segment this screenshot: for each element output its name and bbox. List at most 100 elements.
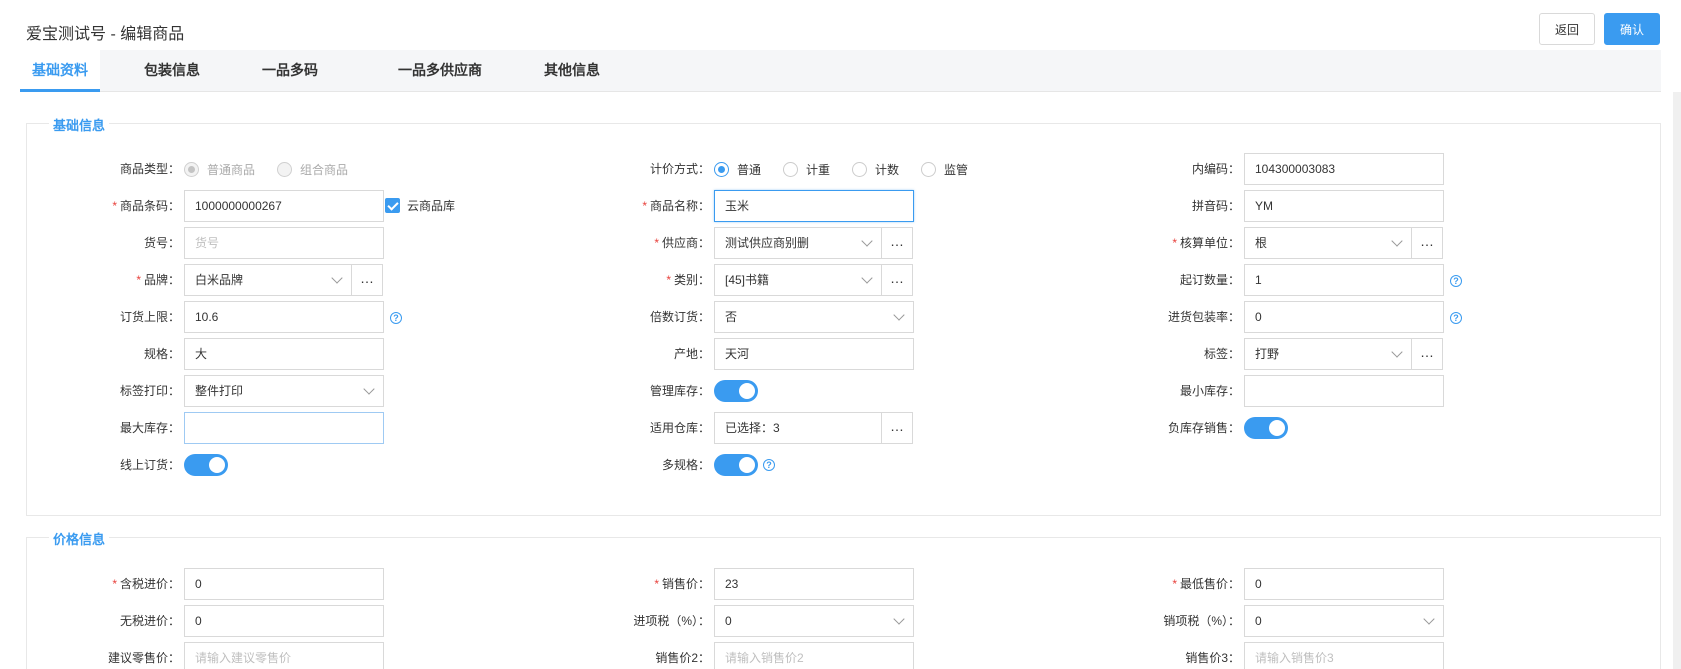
tag-label: 标签： <box>1203 347 1240 361</box>
chevron-down-icon <box>363 383 375 395</box>
output-tax-label: 销项税（%）： <box>1163 614 1240 628</box>
category-label: * 类别： <box>666 273 710 287</box>
cloud-library-label: 云商品库 <box>407 199 456 213</box>
pricing-method-label: 计价方式： <box>649 162 710 176</box>
cloud-library-checkbox[interactable] <box>385 198 400 213</box>
max-stock-label: 最大库存： <box>119 421 180 435</box>
section-title: 基础信息 <box>49 115 110 134</box>
tab-multi-supplier[interactable]: 一品多供应商 <box>385 50 495 92</box>
tab-multi-barcode[interactable]: 一品多码 <box>250 50 330 92</box>
tab-basic-info[interactable]: 基础资料 <box>20 50 100 92</box>
help-icon[interactable]: ? <box>390 312 402 324</box>
tab-packaging[interactable]: 包装信息 <box>132 50 212 92</box>
sale-price2-label: 销售价2： <box>655 651 710 665</box>
page-title: 爱宝测试号 - 编辑商品 <box>26 26 185 43</box>
min-stock-label: 最小库存： <box>1179 384 1240 398</box>
barcode-input[interactable]: 1000000000267 <box>184 190 384 222</box>
tax-purchase-label: * 含税进价： <box>112 577 180 591</box>
input-tax-label: 进项税（%）： <box>633 614 710 628</box>
multi-spec-switch[interactable] <box>714 454 758 476</box>
scrollbar-track[interactable] <box>1673 92 1681 669</box>
retail-price-input[interactable]: 请输入建议零售价 <box>184 642 384 669</box>
tag-more-button[interactable]: … <box>1411 338 1443 370</box>
unit-label: * 核算单位： <box>1172 236 1240 250</box>
brand-select[interactable]: 白米品牌 <box>184 264 352 296</box>
min-order-input[interactable]: 1 <box>1244 264 1444 296</box>
chevron-down-icon <box>1391 346 1403 358</box>
category-more-button[interactable]: … <box>881 264 913 296</box>
chevron-down-icon <box>893 309 905 321</box>
radio-label: 监管 <box>944 162 969 177</box>
warehouse-more-button[interactable]: … <box>881 412 913 444</box>
item-no-label: 货号： <box>143 236 180 250</box>
lowest-price-input[interactable]: 0 <box>1244 568 1444 600</box>
sale-price3-input[interactable]: 请输入销售价3 <box>1244 642 1444 669</box>
min-stock-input[interactable] <box>1244 375 1444 407</box>
chevron-down-icon <box>893 613 905 625</box>
product-type-radio-group: 普通商品 组合商品 <box>184 153 370 185</box>
origin-label: 产地： <box>673 347 710 361</box>
item-no-input[interactable]: 货号 <box>184 227 384 259</box>
negative-stock-switch[interactable] <box>1244 417 1288 439</box>
unit-select[interactable]: 根 <box>1244 227 1412 259</box>
label-print-label: 标签打印： <box>119 384 180 398</box>
sale-price2-input[interactable]: 请输入销售价2 <box>714 642 914 669</box>
unit-more-button[interactable]: … <box>1411 227 1443 259</box>
warehouse-input[interactable]: 已选择：3 <box>714 412 882 444</box>
supplier-more-button[interactable]: … <box>881 227 913 259</box>
radio-pricing-regulated[interactable] <box>921 161 937 177</box>
internal-code-input[interactable]: 104300003083 <box>1244 153 1444 185</box>
tag-select[interactable]: 打野 <box>1244 338 1412 370</box>
internal-code-label: 内编码： <box>1191 162 1240 176</box>
pinyin-label: 拼音码： <box>1191 199 1240 213</box>
multiple-order-select[interactable]: 否 <box>714 301 914 333</box>
purchase-pack-rate-input[interactable]: 0 <box>1244 301 1444 333</box>
spec-input[interactable]: 大 <box>184 338 384 370</box>
name-label: * 商品名称： <box>642 199 710 213</box>
category-select[interactable]: [45]书籍 <box>714 264 882 296</box>
brand-more-button[interactable]: … <box>351 264 383 296</box>
sale-price3-label: 销售价3： <box>1185 651 1240 665</box>
notax-purchase-label: 无税进价： <box>119 614 180 628</box>
notax-purchase-input[interactable]: 0 <box>184 605 384 637</box>
chevron-down-icon <box>1423 613 1435 625</box>
output-tax-select[interactable]: 0 <box>1244 605 1444 637</box>
tab-other-info[interactable]: 其他信息 <box>532 50 612 92</box>
purchase-pack-rate-label: 进货包装率： <box>1167 310 1240 324</box>
pinyin-input[interactable]: YM <box>1244 190 1444 222</box>
barcode-label: * 商品条码： <box>112 199 180 213</box>
back-button[interactable]: 返回 <box>1539 13 1595 45</box>
min-order-label: 起订数量： <box>1179 273 1240 287</box>
name-input[interactable]: 玉米 <box>714 190 914 222</box>
sale-price-label: * 销售价： <box>654 577 710 591</box>
tax-purchase-input[interactable]: 0 <box>184 568 384 600</box>
help-icon[interactable]: ? <box>1450 312 1462 324</box>
radio-pricing-normal[interactable] <box>714 161 729 177</box>
max-stock-input[interactable] <box>184 412 384 444</box>
radio-pricing-count[interactable] <box>852 161 868 177</box>
sale-price-input[interactable]: 23 <box>714 568 914 600</box>
section-title: 价格信息 <box>49 529 110 548</box>
order-limit-input[interactable]: 10.6 <box>184 301 384 333</box>
origin-input[interactable]: 天河 <box>714 338 914 370</box>
manage-stock-label: 管理库存： <box>649 384 710 398</box>
confirm-button[interactable]: 确认 <box>1604 13 1660 45</box>
help-icon[interactable]: ? <box>763 459 775 471</box>
lowest-price-label: * 最低售价： <box>1172 577 1240 591</box>
input-tax-select[interactable]: 0 <box>714 605 914 637</box>
radio-label: 普通 <box>737 162 762 177</box>
warehouse-label: 适用仓库： <box>649 421 710 435</box>
online-order-switch[interactable] <box>184 454 228 476</box>
label-print-select[interactable]: 整件打印 <box>184 375 384 407</box>
radio-label: 组合商品 <box>300 162 349 177</box>
radio-pricing-weight[interactable] <box>783 161 799 177</box>
radio-label: 计数 <box>875 162 900 177</box>
radio-combo-product[interactable] <box>277 161 293 177</box>
help-icon[interactable]: ? <box>1450 275 1462 287</box>
order-limit-label: 订货上限： <box>119 310 180 324</box>
radio-normal-product[interactable] <box>184 161 199 177</box>
supplier-select[interactable]: 测试供应商别删 <box>714 227 882 259</box>
spec-label: 规格： <box>143 347 180 361</box>
product-type-label: 商品类型： <box>119 162 180 176</box>
manage-stock-switch[interactable] <box>714 380 758 402</box>
